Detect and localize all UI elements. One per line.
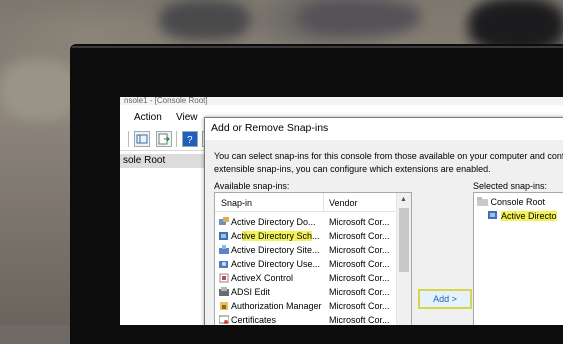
selected-snapins-list[interactable]: Console Root Active Directo bbox=[473, 192, 563, 325]
add-remove-snapins-dialog: Add or Remove Snap-ins You can select sn… bbox=[204, 117, 563, 325]
list-item[interactable]: Certificates Microsoft Cor... bbox=[215, 313, 395, 325]
scroll-up-arrow-icon[interactable]: ▲ bbox=[400, 196, 407, 203]
highlighted-text: tive Directory Sch bbox=[241, 231, 313, 241]
snapin-vendor: Microsoft Cor... bbox=[329, 273, 390, 283]
list-header: Snap-in Vendor bbox=[215, 193, 395, 212]
show-console-tree-icon[interactable] bbox=[134, 131, 150, 147]
mmc-window: nsole1 - [Console Root] Action View ? so… bbox=[120, 97, 563, 325]
snapin-vendor: Microsoft Cor... bbox=[329, 245, 390, 255]
users-icon bbox=[219, 259, 229, 269]
snapin-name: ActiveX Control bbox=[231, 273, 294, 283]
snapin-name: Active Directory Use... bbox=[231, 259, 321, 269]
background-desk-blur bbox=[0, 60, 80, 120]
list-item[interactable]: Active Directory Do... Microsoft Cor... bbox=[215, 215, 395, 229]
add-button[interactable]: Add > bbox=[418, 289, 472, 309]
snapin-name: Certificates bbox=[231, 315, 277, 325]
snapin-vendor: Microsoft Cor... bbox=[329, 231, 390, 241]
snapin-name: Active Directory Do... bbox=[231, 217, 316, 227]
toolbar-separator bbox=[128, 131, 129, 147]
description-line-1: You can select snap-ins for this console… bbox=[214, 151, 563, 161]
tree-item-console-root[interactable]: sole Root bbox=[120, 154, 209, 168]
column-divider[interactable] bbox=[323, 193, 324, 211]
svg-text:?: ? bbox=[187, 135, 193, 146]
folder-icon bbox=[477, 196, 488, 206]
toolbar-separator bbox=[176, 131, 177, 147]
column-header-vendor[interactable]: Vendor bbox=[329, 198, 358, 208]
snapin-name: ADSI Edit bbox=[231, 287, 271, 297]
snapin-name-end: ... bbox=[312, 231, 320, 241]
domains-icon bbox=[219, 217, 229, 227]
menu-action[interactable]: Action bbox=[134, 112, 162, 123]
snapin-vendor: Microsoft Cor... bbox=[329, 301, 390, 311]
description-line-2: extensible snap-ins, you can configure w… bbox=[214, 163, 491, 174]
snapin-name: Active Directory Sch... bbox=[231, 229, 323, 243]
list-item[interactable]: Active Directory Use... Microsoft Cor... bbox=[215, 257, 395, 271]
column-header-snapin[interactable]: Snap-in bbox=[221, 198, 252, 208]
monitor-bezel-edge bbox=[72, 46, 563, 48]
scroll-thumb[interactable] bbox=[399, 208, 409, 272]
authorization-icon bbox=[219, 301, 229, 311]
snapin-vendor: Microsoft Cor... bbox=[329, 315, 390, 325]
menu-view[interactable]: View bbox=[176, 112, 198, 123]
available-list-scrollbar[interactable]: ▲ bbox=[396, 193, 411, 325]
console-tree: sole Root bbox=[120, 152, 209, 325]
dialog-description: You can select snap-ins for this console… bbox=[214, 150, 563, 175]
selected-item-ad-schema[interactable]: Active Directo bbox=[488, 209, 557, 223]
snapin-name: Active Directory Site... bbox=[231, 245, 320, 255]
help-icon[interactable]: ? bbox=[182, 131, 198, 147]
background-chair-blur bbox=[300, 0, 420, 34]
snapin-vendor: Microsoft Cor... bbox=[329, 287, 390, 297]
dialog-title: Add or Remove Snap-ins bbox=[205, 118, 563, 140]
certificates-icon bbox=[218, 315, 230, 325]
adsi-icon bbox=[219, 287, 229, 297]
list-item[interactable]: Authorization Manager Microsoft Cor... bbox=[215, 299, 395, 313]
list-item[interactable]: ADSI Edit Microsoft Cor... bbox=[215, 285, 395, 299]
snapin-vendor: Microsoft Cor... bbox=[329, 259, 390, 269]
mmc-title-bar: nsole1 - [Console Root] bbox=[120, 97, 563, 105]
schema-icon bbox=[488, 210, 499, 220]
selected-item-console-root[interactable]: Console Root bbox=[477, 195, 545, 209]
background-dark-blur bbox=[470, 0, 563, 50]
selected-snapins-label: Selected snap-ins: bbox=[473, 181, 548, 191]
schema-icon bbox=[219, 231, 229, 241]
highlighted-text: Active Directo bbox=[501, 211, 557, 221]
list-item[interactable]: ActiveX Control Microsoft Cor... bbox=[215, 271, 395, 285]
selected-root-label: Console Root bbox=[490, 197, 546, 207]
background-person-blur bbox=[160, 0, 250, 40]
list-item[interactable]: Active Directory Sch... Microsoft Cor... bbox=[215, 229, 395, 243]
snapin-name-start: Ac bbox=[231, 231, 242, 241]
sites-icon bbox=[219, 245, 229, 255]
snapin-name: Authorization Manager bbox=[231, 301, 322, 311]
snapin-vendor: Microsoft Cor... bbox=[329, 217, 390, 227]
available-snapins-list[interactable]: Snap-in Vendor Active Directory Do... Mi… bbox=[214, 192, 412, 325]
available-snapins-label: Available snap-ins: bbox=[214, 181, 290, 191]
export-list-icon[interactable] bbox=[156, 131, 172, 147]
activex-icon bbox=[219, 273, 229, 283]
list-item[interactable]: Active Directory Site... Microsoft Cor..… bbox=[215, 243, 395, 257]
